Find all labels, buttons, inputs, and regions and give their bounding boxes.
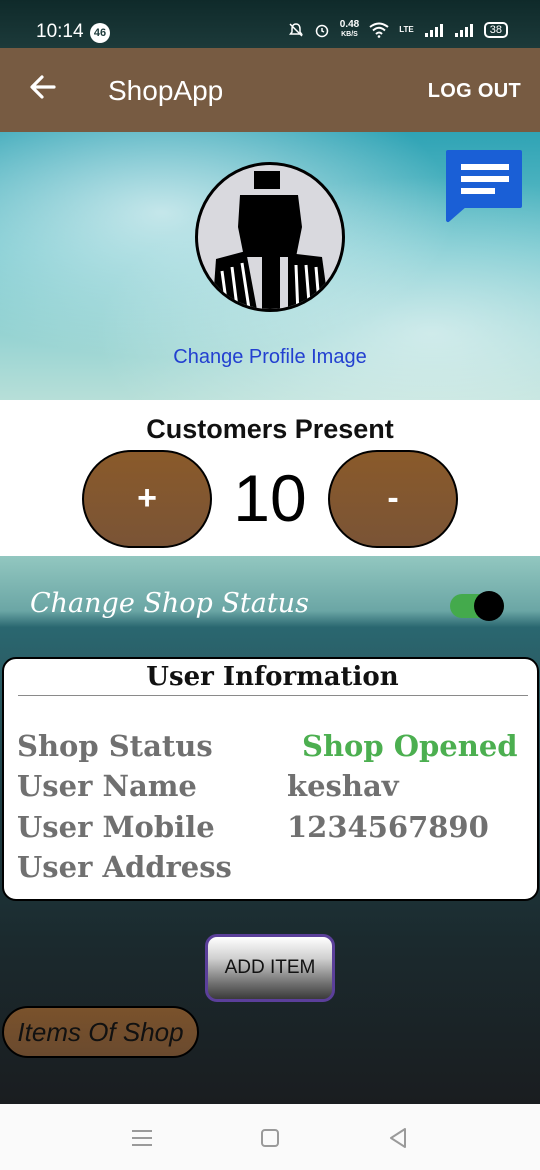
person-with-bags-icon — [212, 171, 330, 309]
network-speed: 0.48 KB/S — [339, 19, 360, 39]
user-mobile-value: 1234567890 — [287, 810, 489, 844]
decrement-customers-button[interactable]: - — [328, 450, 458, 548]
add-item-button[interactable]: ADD ITEM — [205, 934, 335, 1002]
chat-message-icon[interactable] — [446, 148, 524, 224]
user-name-label: User Name — [17, 769, 197, 803]
profile-header: Change Profile Image — [0, 132, 540, 400]
customers-present-section: Customers Present + 10 - — [0, 400, 540, 556]
customers-present-label: Customers Present — [146, 414, 394, 444]
back-triangle-icon[interactable] — [386, 1126, 410, 1150]
system-status-bar: 10:14 46 0.48 KB/S LTE 38 — [0, 0, 540, 48]
increment-customers-button[interactable]: + — [82, 450, 212, 548]
arrow-left-icon[interactable] — [28, 72, 58, 102]
user-information-card: User Information Shop Status Shop Opened… — [2, 657, 539, 901]
shop-status-toggle[interactable] — [450, 591, 506, 621]
divider — [18, 695, 528, 696]
user-address-label: User Address — [17, 850, 232, 884]
signal-icon-1 — [424, 24, 443, 37]
user-information-title: User Information — [146, 662, 399, 692]
notification-count-badge: 46 — [90, 23, 110, 43]
home-icon[interactable] — [258, 1126, 282, 1150]
system-navigation-bar — [0, 1104, 540, 1170]
network-type: LTE — [399, 25, 414, 34]
status-icons: 0.48 KB/S LTE 38 — [288, 20, 508, 40]
change-shop-status-label: Change Shop Status — [30, 588, 309, 619]
recent-apps-icon[interactable] — [130, 1126, 154, 1150]
logout-button[interactable]: LOG OUT — [428, 80, 521, 103]
app-title: ShopApp — [108, 75, 224, 106]
app-bar: ShopApp LOG OUT — [0, 48, 540, 132]
customers-count: 10 — [233, 461, 307, 535]
battery-indicator: 38 — [483, 22, 508, 38]
shop-status-value: Shop Opened — [302, 729, 518, 763]
toggle-thumb — [474, 591, 504, 621]
mute-bell-icon — [288, 23, 303, 37]
profile-avatar[interactable] — [195, 162, 345, 312]
shop-status-label: Shop Status — [17, 729, 213, 763]
alarm-icon — [315, 24, 329, 38]
change-profile-image-link[interactable]: Change Profile Image — [0, 346, 540, 369]
clock: 10:14 — [36, 21, 84, 42]
wifi-icon — [369, 22, 389, 38]
user-mobile-label: User Mobile — [17, 810, 215, 844]
items-of-shop-button[interactable]: Items Of Shop — [2, 1006, 199, 1058]
user-name-value: keshav — [287, 769, 399, 803]
signal-icon-2 — [454, 24, 473, 37]
